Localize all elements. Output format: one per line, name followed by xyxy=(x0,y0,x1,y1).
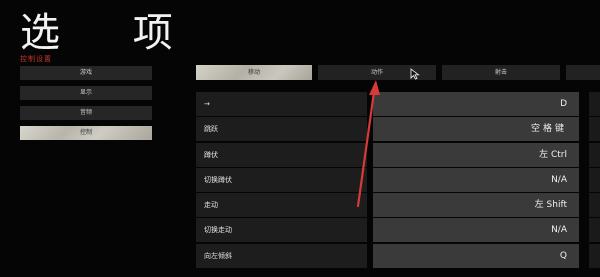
row-edge xyxy=(589,92,600,116)
row-edge xyxy=(589,244,600,268)
tab-more[interactable] xyxy=(566,65,600,80)
page-subtitle: 控制设置 xyxy=(20,55,52,63)
row-edge xyxy=(589,117,600,141)
row-edge xyxy=(589,168,600,192)
binding-value-crouch[interactable]: 左 Ctrl xyxy=(373,143,579,167)
binding-value-right[interactable]: D xyxy=(373,92,579,116)
sidebar-item-display[interactable]: 显示 xyxy=(20,86,152,100)
row-edge xyxy=(589,143,600,167)
binding-label-jump: 跳跃 xyxy=(196,117,367,141)
tab-shooting[interactable]: 射击 xyxy=(442,65,560,80)
binding-label-toggle-crouch: 切换蹲伏 xyxy=(196,168,367,192)
row-edge xyxy=(589,193,600,217)
sidebar-item-controls[interactable]: 控制 xyxy=(20,126,152,140)
binding-label-crouch: 蹲伏 xyxy=(196,143,367,167)
sidebar-item-audio[interactable]: 音频 xyxy=(20,106,152,120)
binding-value-walk[interactable]: 左 Shift xyxy=(373,193,579,217)
mouse-cursor-icon xyxy=(410,68,420,80)
binding-value-toggle-crouch[interactable]: N/A xyxy=(373,168,579,192)
binding-label-right: → xyxy=(196,92,367,116)
binding-value-lean-left[interactable]: Q xyxy=(373,244,579,268)
binding-label-toggle-walk: 切换走动 xyxy=(196,218,367,242)
row-edge xyxy=(589,218,600,242)
binding-value-toggle-walk[interactable]: N/A xyxy=(373,218,579,242)
binding-label-lean-left: 向左倾斜 xyxy=(196,244,367,268)
tab-movement[interactable]: 移动 xyxy=(196,65,312,80)
binding-value-jump[interactable]: 空格键 xyxy=(373,117,579,141)
binding-label-walk: 走动 xyxy=(196,193,367,217)
sidebar-item-game[interactable]: 游戏 xyxy=(20,66,152,80)
